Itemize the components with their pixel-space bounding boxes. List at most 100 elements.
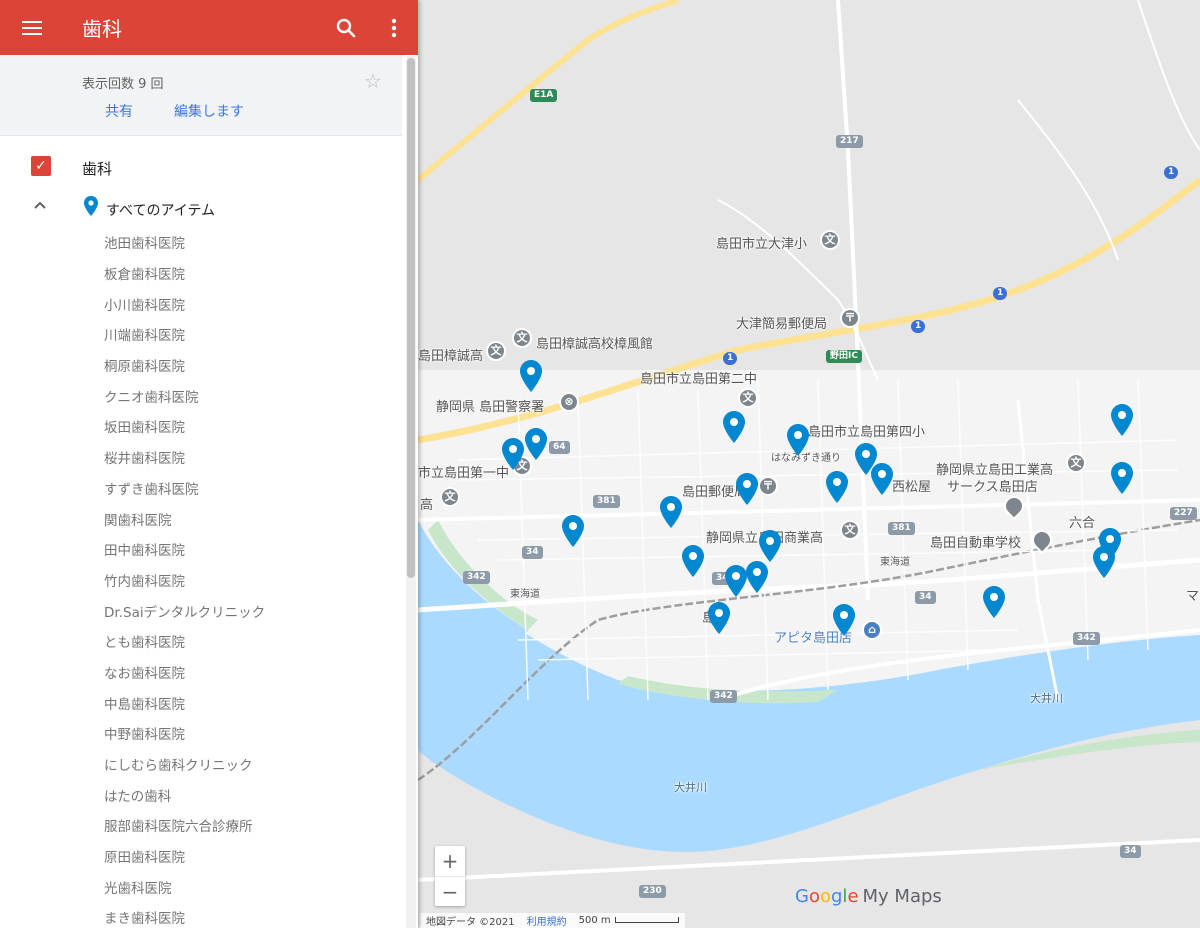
map-marker[interactable] [1093, 546, 1115, 578]
map-marker[interactable] [833, 604, 855, 636]
map-label-oigawa-1: 大井川 [1030, 692, 1063, 705]
road-shield: 381 [593, 495, 620, 508]
map-marker[interactable] [562, 515, 584, 547]
list-item[interactable]: すずき歯科医院 [0, 473, 402, 504]
map-label-seisei-hs-left: 島田樟誠高 [418, 349, 484, 364]
attribution-text: 地図データ ©2021 [426, 917, 515, 928]
map-label-oigawa-2: 大井川 [674, 781, 707, 794]
list-item[interactable]: 桐原歯科医院 [0, 350, 402, 381]
terms-link[interactable]: 利用規約 [527, 913, 567, 928]
list-item[interactable]: 関歯科医院 [0, 503, 402, 534]
list-item[interactable]: 中島歯科医院 [0, 687, 402, 718]
star-icon[interactable]: ☆ [364, 69, 382, 93]
map-attribution: 地図データ ©2021 利用規約 500 m [420, 913, 685, 928]
layer-header: ✓ 歯科 [0, 136, 402, 186]
edit-link[interactable]: 編集します [174, 101, 244, 121]
list-item[interactable]: クニオ歯科医院 [0, 380, 402, 411]
panel-scrollbar[interactable] [406, 56, 416, 928]
road-shield-e1a: E1A [530, 89, 558, 102]
list-item[interactable]: にしむら歯科クリニック [0, 749, 402, 780]
list-item[interactable]: Dr.Saiデンタルクリニック [0, 595, 402, 626]
list-item[interactable]: はたの歯科 [0, 779, 402, 810]
list-item[interactable]: まき歯科医院 [0, 902, 402, 928]
share-link[interactable]: 共有 [105, 101, 133, 121]
road-shield: 217 [836, 135, 863, 148]
map-marker[interactable] [520, 360, 542, 392]
side-panel: 歯科 表示回数 9 回 ☆ 共有 編集します ✓ 歯科 すべてのアイテム 池田歯… [0, 0, 418, 928]
school-icon[interactable]: 文 [486, 341, 506, 361]
more-vert-icon[interactable] [370, 0, 418, 55]
list-item[interactable]: なお歯科医院 [0, 657, 402, 688]
list-item[interactable]: 池田歯科医院 [0, 227, 402, 258]
map-marker[interactable] [871, 463, 893, 495]
school-icon[interactable]: 文 [440, 487, 460, 507]
map-marker[interactable] [1111, 462, 1133, 494]
map-marker[interactable] [525, 428, 547, 460]
search-icon[interactable] [322, 0, 370, 55]
location-pin-icon [84, 196, 98, 216]
list-item[interactable]: 小川歯科医院 [0, 288, 402, 319]
road-shield: 64 [549, 441, 570, 454]
item-list: 池田歯科医院 板倉歯科医院 小川歯科医院 川端歯科医院 桐原歯科医院 クニオ歯科医院 坂田歯… [0, 227, 402, 928]
list-item[interactable]: 原田歯科医院 [0, 841, 402, 872]
google-my-maps-logo: Google My Maps [795, 886, 942, 907]
group-label: すべてのアイテム [106, 203, 216, 219]
layer-checkbox[interactable]: ✓ [31, 156, 51, 176]
map-marker[interactable] [787, 424, 809, 456]
list-item[interactable]: 桜井歯科医院 [0, 442, 402, 473]
layer-section: ✓ 歯科 すべてのアイテム [0, 136, 402, 226]
map-marker[interactable] [725, 565, 747, 597]
view-count: 表示回数 9 回 [82, 77, 164, 92]
map-marker[interactable] [682, 545, 704, 577]
school-icon[interactable]: 文 [512, 328, 532, 348]
road-shield: 342 [1073, 632, 1100, 645]
map-marker[interactable] [736, 473, 758, 505]
list-item[interactable]: 光歯科医院 [0, 871, 402, 902]
scrollbar-thumb[interactable] [407, 58, 415, 578]
map-label-rokugo: 六合 [1069, 516, 1096, 531]
school-icon[interactable]: 文 [738, 388, 758, 408]
chevron-up-icon[interactable] [31, 196, 49, 214]
list-item[interactable]: 板倉歯科医院 [0, 258, 402, 289]
road-shield: 381 [888, 522, 915, 535]
road-shield: 230 [639, 885, 666, 898]
zoom-out-button[interactable]: − [435, 876, 465, 906]
all-items-group[interactable]: すべてのアイテム [0, 186, 402, 226]
shopping-bag-icon[interactable]: ⌂ [862, 620, 882, 640]
map-marker[interactable] [708, 602, 730, 634]
map-marker[interactable] [723, 411, 745, 443]
layer-title: 歯科 [82, 160, 113, 178]
map-marker[interactable] [826, 471, 848, 503]
map-canvas[interactable]: 島田市立大津小 文 島田樟誠高校樟風館 文 島田樟誠高 文 大津簡易郵便局 〒 … [418, 0, 1200, 928]
map-marker[interactable] [1111, 404, 1133, 436]
hamburger-menu-icon[interactable] [0, 0, 64, 55]
zoom-in-button[interactable]: + [435, 846, 465, 876]
list-item[interactable]: 田中歯科医院 [0, 534, 402, 565]
school-icon[interactable]: 文 [1066, 453, 1086, 473]
list-item[interactable]: 服部歯科医院六合診療所 [0, 810, 402, 841]
map-marker[interactable] [759, 530, 781, 562]
app-bar: 歯科 [0, 0, 418, 55]
post-office-icon[interactable]: 〒 [840, 308, 860, 328]
map-marker[interactable] [660, 496, 682, 528]
road-shield: 227 [1170, 507, 1197, 520]
road-shield: 342 [463, 571, 490, 584]
school-icon[interactable]: 文 [840, 520, 860, 540]
map-label-tokaido-1: 東海道 [510, 589, 540, 600]
list-item[interactable]: とも歯科医院 [0, 626, 402, 657]
list-item[interactable]: 竹内歯科医院 [0, 565, 402, 596]
police-icon[interactable]: ⊗ [559, 392, 579, 412]
scale-bar[interactable]: 500 m [579, 915, 679, 926]
map-marker[interactable] [502, 438, 524, 470]
list-item[interactable]: 中野歯科医院 [0, 718, 402, 749]
map-marker[interactable] [983, 586, 1005, 618]
list-item[interactable]: 坂田歯科医院 [0, 411, 402, 442]
school-icon[interactable]: 文 [820, 230, 840, 250]
list-item[interactable]: 川端歯科医院 [0, 319, 402, 350]
road-shield: 34 [522, 546, 543, 559]
map-marker[interactable] [746, 561, 768, 593]
post-office-icon[interactable]: 〒 [758, 476, 778, 496]
map-label-noda-ic: 野田IC [826, 350, 862, 363]
map-label-daiichi-jhs: 市立島田第一中 [418, 466, 510, 481]
road-shield: 1 [723, 352, 738, 365]
